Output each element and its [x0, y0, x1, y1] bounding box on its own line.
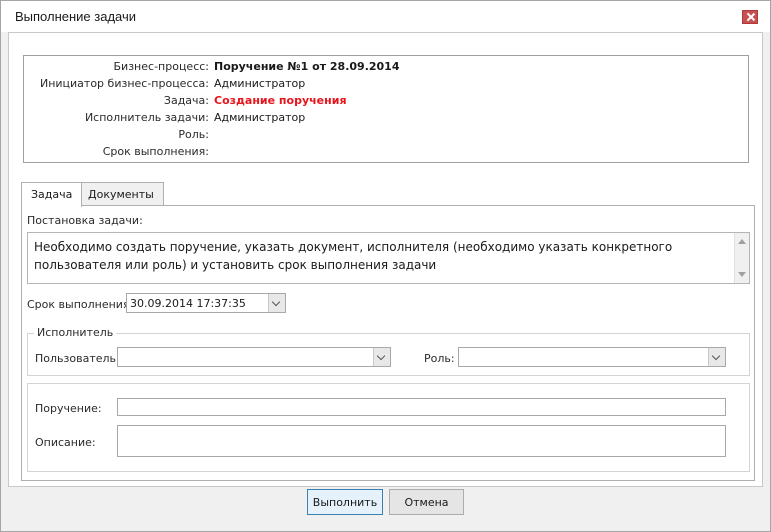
order-input[interactable]: [117, 398, 726, 416]
deadline-label: Срок выполнения:: [27, 298, 134, 311]
task-name-value: Создание поручения: [214, 94, 347, 107]
info-label: Роль:: [178, 128, 209, 141]
info-row-business-process: Бизнес-процесс: Поручение №1 от 28.09.20…: [24, 60, 744, 76]
info-row-deadline: Срок выполнения:: [24, 145, 744, 161]
task-execution-dialog: Выполнение задачи Бизнес-процесс: Поруче…: [0, 0, 771, 532]
deadline-picker[interactable]: 30.09.2014 17:37:35: [126, 293, 286, 313]
task-statement-textarea[interactable]: Необходимо создать поручение, указать до…: [27, 232, 750, 284]
executor-group: Исполнитель Пользователь: Роль:: [27, 326, 750, 376]
scroll-down-icon[interactable]: [738, 272, 746, 277]
scroll-up-icon[interactable]: [738, 239, 746, 244]
window-title: Выполнение задачи: [15, 9, 137, 24]
info-label: Задача:: [163, 94, 209, 107]
info-label: Исполнитель задачи:: [84, 111, 209, 124]
order-group: Поручение: Описание:: [27, 383, 750, 472]
info-label: Бизнес-процесс:: [113, 60, 209, 73]
executor-group-title: Исполнитель: [34, 326, 117, 339]
role-label: Роль:: [424, 352, 455, 365]
cancel-button[interactable]: Отмена: [389, 489, 464, 515]
info-label: Срок выполнения:: [102, 145, 209, 158]
business-process-value: Поручение №1 от 28.09.2014: [214, 60, 400, 73]
task-statement-label: Постановка задачи:: [27, 214, 143, 227]
initiator-value: Администратор: [214, 77, 306, 90]
user-select[interactable]: [117, 347, 391, 367]
task-statement-line-2: пользователя или роль) и установить срок…: [34, 258, 437, 272]
execute-button[interactable]: Выполнить: [307, 489, 383, 515]
deadline-value: 30.09.2014 17:37:35: [130, 297, 246, 310]
tab-documents[interactable]: Документы: [78, 182, 164, 206]
role-select[interactable]: [458, 347, 726, 367]
info-row-executor: Исполнитель задачи: Администратор: [24, 111, 744, 127]
chevron-down-icon[interactable]: [708, 348, 725, 366]
info-row-task: Задача: Создание поручения: [24, 94, 744, 110]
description-textarea[interactable]: [117, 425, 726, 457]
title-bar[interactable]: Выполнение задачи: [1, 1, 770, 32]
chevron-down-icon[interactable]: [268, 294, 285, 312]
task-tab-panel: Постановка задачи: Необходимо создать по…: [21, 205, 755, 481]
description-label: Описание:: [35, 436, 96, 449]
dialog-body: Бизнес-процесс: Поручение №1 от 28.09.20…: [8, 32, 763, 487]
info-row-initiator: Инициатор бизнес-процесса: Администратор: [24, 77, 744, 93]
order-label: Поручение:: [35, 402, 102, 415]
tab-task[interactable]: Задача: [21, 182, 83, 207]
user-label: Пользователь:: [35, 352, 120, 365]
info-label: Инициатор бизнес-процесса:: [39, 77, 209, 90]
task-statement-line-1: Необходимо создать поручение, указать до…: [34, 240, 673, 254]
close-icon[interactable]: [742, 10, 758, 24]
task-statement-text: Необходимо создать поручение, указать до…: [34, 238, 714, 274]
process-info-panel: Бизнес-процесс: Поручение №1 от 28.09.20…: [23, 55, 749, 163]
executor-value: Администратор: [214, 111, 306, 124]
task-statement-scrollbar[interactable]: [734, 233, 749, 283]
info-row-role: Роль:: [24, 128, 744, 144]
chevron-down-icon[interactable]: [373, 348, 390, 366]
